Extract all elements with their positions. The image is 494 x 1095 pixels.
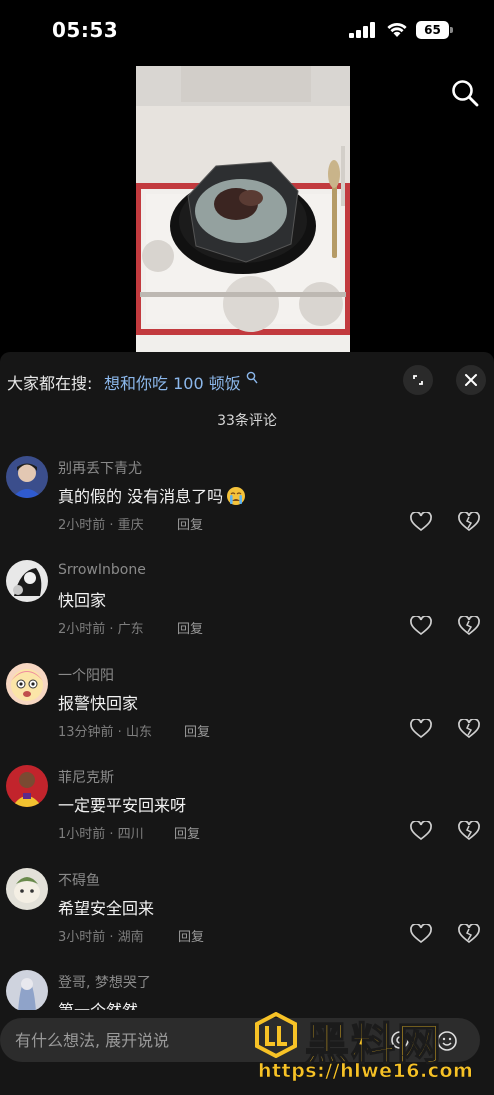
video-player[interactable]: [136, 66, 350, 352]
wifi-icon: [387, 22, 407, 37]
comment-text: 一定要平安回来呀: [58, 796, 187, 815]
cellular-signal-icon: [349, 22, 375, 38]
trending-query-link[interactable]: 想和你吃 100 顿饭: [104, 370, 241, 394]
watermark: 黑料网 https://hlwe16.com: [250, 1004, 494, 1094]
search-icon: [246, 371, 258, 384]
comment-item: 一个阳阳 报警快回家 13分钟前 · 山东 回复: [0, 663, 494, 763]
broken-heart-icon[interactable]: [458, 924, 480, 944]
comment-count: 33条评论: [217, 413, 277, 429]
comment-username[interactable]: 登哥, 梦想哭了: [58, 972, 151, 992]
reply-button[interactable]: 回复: [174, 823, 200, 842]
broken-heart-icon[interactable]: [458, 512, 480, 532]
comment-meta: 1小时前 · 四川: [58, 827, 144, 842]
avatar[interactable]: [6, 765, 48, 807]
heart-icon[interactable]: [410, 616, 432, 636]
broken-heart-icon[interactable]: [458, 719, 480, 739]
comment-meta: 3小时前 · 湖南: [58, 930, 144, 945]
comment-panel: 大家都在搜: 想和你吃 100 顿饭 33条评论 别再丢下青尤 真的假的 没有消…: [0, 352, 494, 1095]
battery-level: 65: [416, 21, 449, 39]
comment-username[interactable]: 一个阳阳: [58, 665, 114, 685]
watermark-url: https://hlwe16.com: [258, 1060, 474, 1083]
expand-button[interactable]: [403, 365, 433, 395]
search-icon[interactable]: [450, 78, 480, 108]
comment-text: 快回家: [58, 591, 107, 610]
comment-item: 菲尼克斯 一定要平安回来呀 1小时前 · 四川 回复: [0, 765, 494, 865]
heart-icon[interactable]: [410, 512, 432, 532]
avatar[interactable]: [6, 456, 48, 498]
trending-label: 大家都在搜:: [7, 374, 93, 393]
watermark-logo-icon: [255, 1012, 297, 1058]
avatar[interactable]: [6, 868, 48, 910]
reply-button[interactable]: 回复: [177, 618, 203, 637]
close-button[interactable]: [456, 365, 486, 395]
comment-username[interactable]: 不碍鱼: [58, 870, 100, 890]
comment-item: 别再丢下青尤 真的假的 没有消息了吗 2小时前 · 重庆 回复: [0, 456, 494, 556]
battery-tip: [450, 27, 453, 33]
status-bar: 05:53 65: [0, 0, 494, 60]
close-icon: [465, 374, 477, 386]
comment-item: SrrowInbone 快回家 2小时前 · 广东 回复: [0, 560, 494, 660]
comment-text-body: 真的假的 没有消息了吗: [58, 487, 224, 506]
comment-text: 真的假的 没有消息了吗: [58, 483, 246, 507]
comment-username[interactable]: 菲尼克斯: [58, 767, 114, 787]
broken-heart-icon[interactable]: [458, 616, 480, 636]
heart-icon[interactable]: [410, 719, 432, 739]
status-time: 05:53: [52, 18, 119, 42]
video-frame-image: [136, 66, 350, 352]
comment-meta: 2小时前 · 重庆: [58, 518, 144, 533]
reply-button[interactable]: 回复: [184, 721, 210, 740]
avatar[interactable]: [6, 663, 48, 705]
crying-face-icon: [227, 487, 246, 505]
comment-text: 希望安全回来: [58, 899, 155, 918]
reply-button[interactable]: 回复: [177, 514, 203, 533]
expand-icon: [413, 375, 423, 385]
reply-button[interactable]: 回复: [178, 926, 204, 945]
avatar[interactable]: [6, 560, 48, 602]
battery-indicator: 65: [416, 21, 454, 39]
comment-text: 报警快回家: [58, 694, 139, 713]
comment-meta: 2小时前 · 广东: [58, 622, 144, 637]
trending-search-row[interactable]: 大家都在搜: 想和你吃 100 顿饭: [0, 352, 494, 408]
avatar[interactable]: [6, 970, 48, 1012]
heart-icon[interactable]: [410, 821, 432, 841]
broken-heart-icon[interactable]: [458, 821, 480, 841]
heart-icon[interactable]: [410, 924, 432, 944]
comment-username[interactable]: SrrowInbone: [58, 562, 146, 578]
comment-username[interactable]: 别再丢下青尤: [58, 458, 142, 478]
comment-meta: 13分钟前 · 山东: [58, 725, 152, 740]
comment-item: 不碍鱼 希望安全回来 3小时前 · 湖南 回复: [0, 868, 494, 968]
